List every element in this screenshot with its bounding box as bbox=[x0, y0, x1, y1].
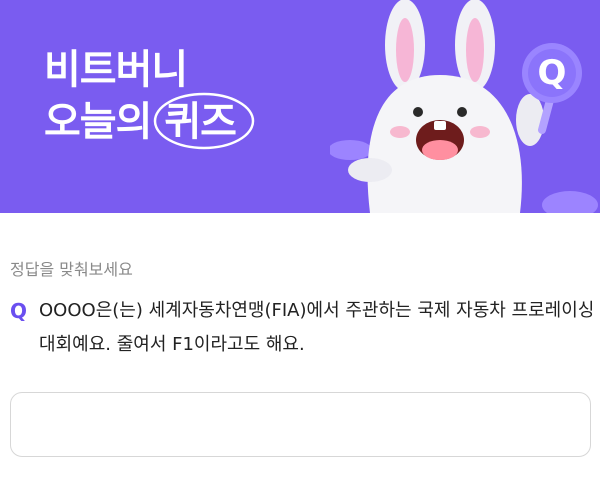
instruction-text: 정답을 맞춰보세요 bbox=[10, 260, 133, 279]
question-text: OOOO은(는) 세계자동차연맹(FIA)에서 주관하는 국제 자동차 프로레이… bbox=[39, 300, 595, 355]
bunny-mascot-icon bbox=[330, 0, 598, 213]
q-badge-letter: Q bbox=[537, 53, 567, 93]
answer-input[interactable] bbox=[10, 392, 591, 457]
banner-title-line1: 비트버니 bbox=[44, 47, 188, 93]
quiz-highlight: 퀴즈 bbox=[154, 92, 255, 150]
quiz-banner: 비트버니 오늘의 퀴즈 Q bbox=[0, 0, 600, 213]
banner-title-line2: 오늘의 퀴즈 bbox=[44, 92, 255, 150]
question-mark-label: Q bbox=[10, 299, 28, 323]
banner-title-prefix: 오늘의 bbox=[44, 99, 165, 145]
question-block: Q OOOO은(는) 세계자동차연맹(FIA)에서 주관하는 국제 자동차 프로… bbox=[10, 294, 595, 362]
highlight-ring-icon bbox=[154, 92, 255, 150]
banner-title: 비트버니 오늘의 퀴즈 bbox=[44, 44, 255, 150]
